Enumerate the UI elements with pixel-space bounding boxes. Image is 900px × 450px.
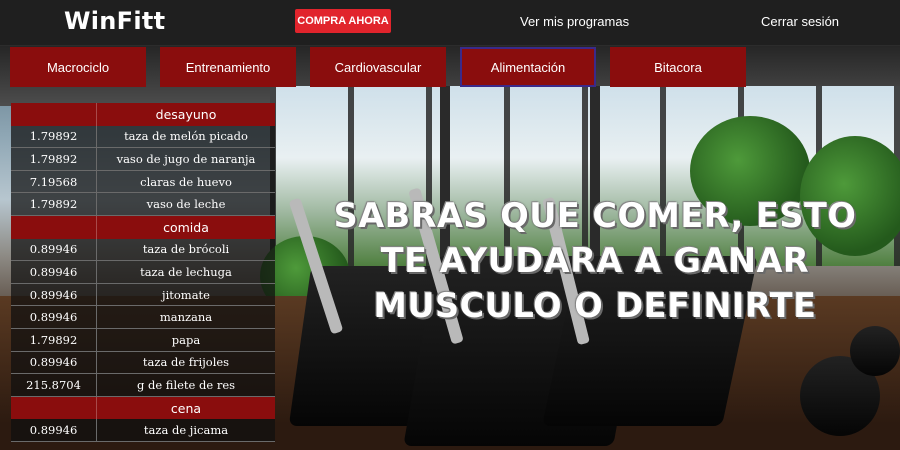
- food-cell: taza de jicama: [143, 423, 229, 438]
- table-row: 0.89946 jitomate: [11, 283, 275, 307]
- hero-line-2: TE AYUDARA A GANAR: [380, 241, 810, 280]
- table-row: 0.89946 manzana: [11, 306, 275, 329]
- logo[interactable]: WinFitt: [64, 7, 165, 35]
- quantity-cell: 0.89946: [11, 419, 97, 441]
- quantity-cell: 0.89946: [11, 261, 97, 283]
- table-row: 7.19568 claras de huevo: [11, 170, 275, 194]
- food-cell: taza de brócoli: [142, 242, 230, 257]
- table-row: 215.8704 g de filete de res: [11, 374, 275, 397]
- food-cell: taza de melón picado: [124, 129, 248, 144]
- tab-cardiovascular[interactable]: Cardiovascular: [310, 47, 446, 87]
- table-row: 1.79892 taza de melón picado: [11, 125, 275, 149]
- section-title: desayuno: [155, 106, 217, 122]
- tab-entrenamiento[interactable]: Entrenamiento: [160, 47, 296, 87]
- food-cell: taza de lechuga: [140, 264, 232, 279]
- quantity-cell: 1.79892: [11, 193, 97, 215]
- food-cell: g de filete de res: [136, 377, 236, 392]
- food-cell: papa: [171, 332, 201, 347]
- quantity-cell: 0.89946: [11, 283, 97, 306]
- quantity-cell: 1.79892: [11, 125, 97, 148]
- quantity-cell: 1.79892: [11, 328, 97, 351]
- meal-plan-table: desayuno 1.79892 taza de melón picado 1.…: [11, 103, 275, 442]
- buy-now-button[interactable]: COMPRA AHORA: [295, 9, 391, 33]
- table-row: 0.89946 taza de brócoli: [11, 238, 275, 262]
- logout-link[interactable]: Cerrar sesión: [761, 14, 839, 29]
- quantity-cell: 0.89946: [11, 238, 97, 261]
- food-cell: jitomate: [162, 287, 210, 302]
- quantity-cell: 1.79892: [11, 148, 97, 170]
- section-header-desayuno: desayuno: [11, 103, 275, 126]
- food-cell: claras de huevo: [140, 174, 232, 189]
- section-title: comida: [163, 219, 209, 235]
- food-cell: manzana: [159, 310, 213, 325]
- hero-headline: SABRAS QUE COMER, ESTO TE AYUDARA A GANA…: [290, 193, 900, 328]
- quantity-cell: 215.8704: [11, 374, 97, 396]
- my-programs-link[interactable]: Ver mis programas: [520, 14, 629, 29]
- quantity-cell: 7.19568: [11, 170, 97, 193]
- table-row: 0.89946 taza de lechuga: [11, 261, 275, 284]
- tab-macrociclo[interactable]: Macrociclo: [10, 47, 146, 87]
- table-row: 1.79892 papa: [11, 328, 275, 352]
- section-header-cena: cena: [11, 396, 275, 420]
- table-row: 0.89946 taza de jicama: [11, 419, 275, 442]
- table-row: 0.89946 taza de frijoles: [11, 351, 275, 375]
- table-row: 1.79892 vaso de leche: [11, 193, 275, 216]
- table-row: 1.79892 vaso de jugo de naranja: [11, 148, 275, 171]
- food-cell: vaso de leche: [146, 197, 226, 212]
- top-bar: WinFitt COMPRA AHORA Ver mis programas C…: [0, 0, 900, 46]
- quantity-cell: 0.89946: [11, 351, 97, 374]
- hero-line-3: MUSCULO O DEFINIRTE: [373, 286, 817, 325]
- food-cell: vaso de jugo de naranja: [116, 151, 256, 166]
- tab-bitacora[interactable]: Bitacora: [610, 47, 746, 87]
- food-cell: taza de frijoles: [142, 355, 230, 370]
- quantity-cell: 0.89946: [11, 306, 97, 328]
- hero-line-1: SABRAS QUE COMER, ESTO: [333, 196, 857, 235]
- section-header-comida: comida: [11, 215, 275, 239]
- section-title: cena: [170, 400, 202, 416]
- tab-alimentacion[interactable]: Alimentación: [460, 47, 596, 87]
- weight-plate: [850, 326, 900, 376]
